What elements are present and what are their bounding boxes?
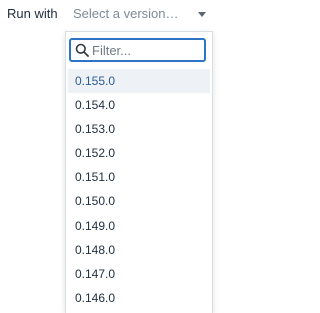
caret-down-icon: [198, 12, 206, 17]
version-option[interactable]: 0.148.0: [66, 238, 212, 262]
version-dropdown: 0.155.00.154.00.153.00.152.00.151.00.150…: [65, 31, 213, 313]
version-select-placeholder: Select a version…: [73, 6, 179, 21]
run-with-label: Run with: [7, 6, 58, 21]
version-option[interactable]: 0.147.0: [66, 262, 212, 286]
version-option[interactable]: 0.150.0: [66, 189, 212, 213]
filter-input[interactable]: [92, 41, 200, 59]
version-select[interactable]: Select a version…: [67, 2, 214, 26]
filter-field[interactable]: [69, 38, 206, 62]
version-option[interactable]: 0.154.0: [66, 93, 212, 117]
version-option[interactable]: 0.153.0: [66, 117, 212, 141]
version-option[interactable]: 0.155.0: [68, 69, 210, 93]
version-options-list: 0.155.0 0.154.0 0.153.0 0.152.0 0.151.0 0.150…: [66, 69, 212, 310]
version-option[interactable]: 0.151.0: [66, 165, 212, 189]
version-option[interactable]: 0.146.0: [66, 286, 212, 310]
version-option[interactable]: 0.152.0: [66, 141, 212, 165]
search-icon: [75, 43, 89, 57]
version-option[interactable]: 0.149.0: [66, 214, 212, 238]
